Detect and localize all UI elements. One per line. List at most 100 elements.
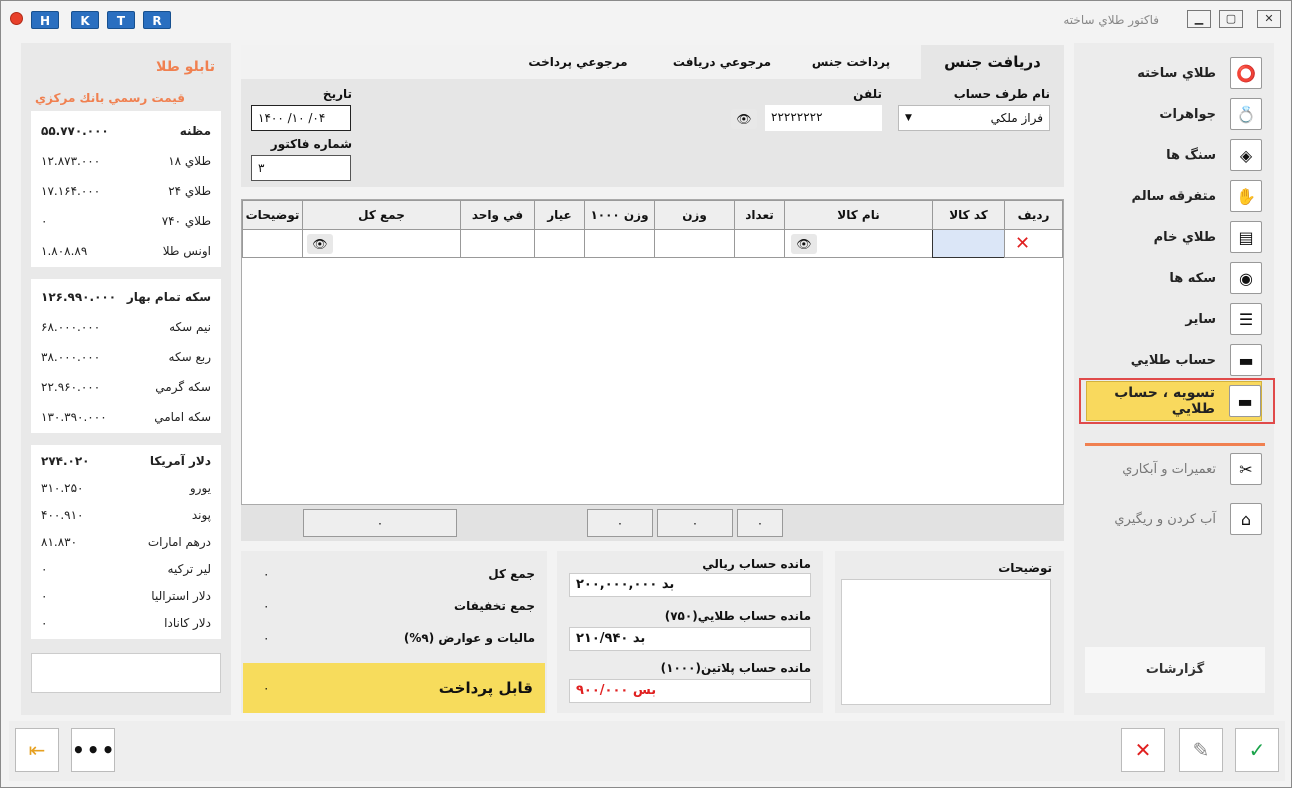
col-code[interactable]: كد كالا [932,200,1005,230]
board-row: يورو ۳۱۰.۲۵۰ [41,481,211,495]
col-total[interactable]: جمع كل [302,200,461,230]
board-row: دلار كانادا ۰ [41,616,211,630]
delete-icon[interactable]: ✕ [1015,233,1030,254]
app-window: H K T R فاكتور طلاي ساخته ▁ ▢ ✕ تابلو طل… [0,0,1292,788]
title-bar: H K T R فاكتور طلاي ساخته ▁ ▢ ✕ [1,1,1291,35]
col-weight-1000[interactable]: وزن ۱۰۰۰ [584,200,655,230]
tab-receive-goods[interactable]: دريافت جنس [921,45,1064,79]
sum-weight-1000: ۰ [587,509,653,537]
maximize-icon[interactable]: ▢ [1219,10,1243,28]
apple-icon [10,12,23,25]
notes-textarea[interactable] [841,579,1051,705]
col-unit-price[interactable]: في واحد [460,200,535,230]
date-input[interactable]: ۱۴۰۰ /۱۰ /۰۴ [251,105,351,131]
unit-price-cell[interactable] [460,229,535,258]
exit-icon[interactable]: ⇤ [15,728,59,772]
weight-cell[interactable] [654,229,735,258]
list-icon: ☰ [1230,303,1262,335]
col-weight[interactable]: وزن [654,200,735,230]
hand-icon: ✋ [1230,180,1262,212]
col-count[interactable]: تعداد [734,200,785,230]
payable-box: قابل پرداخت ۰ [243,663,545,713]
board-row: سكه امامي ۱۳۰.۳۹۰.۰۰۰ [41,410,211,424]
payable-value: ۰ [263,681,270,695]
melt-icon: ⌂ [1230,503,1262,535]
rail-item-crafted-gold[interactable]: ⭕ طلاي ساخته [1086,55,1262,91]
phone-input[interactable]: ۲۲۲۲۲۲۲۲ [765,105,882,131]
board-row: نيم سكه ۶۸.۰۰۰.۰۰۰ [41,320,211,334]
letter-button-r[interactable]: R [143,11,171,29]
count-cell[interactable] [734,229,785,258]
notes-cell[interactable] [242,229,303,258]
total-cell[interactable]: 👁 [302,229,461,258]
board-row: اونس طلا ۱.۸۰۸.۸۹ [41,244,211,258]
rail-item-coins[interactable]: ◉ سكه ها [1086,260,1262,296]
rial-balance-value: ۲۰۰,۰۰۰,۰۰۰ بد [569,573,811,597]
eye-icon[interactable]: 👁 [791,233,817,254]
invoice-form: نام طرف حساب ▼ فراز ملكي تلفن ۲۲۲۲۲۲۲۲ 👁… [241,79,1064,187]
platinum-balance-value: ۹۰۰/۰۰۰ بس [569,679,811,703]
name-cell[interactable]: 👁 [784,229,933,258]
tab-receive-return[interactable]: مرجوعي دريافت [667,45,777,79]
rail-item-raw-gold[interactable]: ▤ طلاي خام [1086,219,1262,255]
board-empty-card [31,653,221,693]
more-icon[interactable]: ••• [71,728,115,772]
rail-item-repairs[interactable]: ✂ تعميرات و آبكاري [1086,451,1262,487]
board-card-gold: مظنه ۵۵.۷۷۰.۰۰۰ طلاي ۱۸ ۱۲.۸۷۳.۰۰۰ طلاي ۲۴… [31,111,221,267]
board-card-coins: سكه تمام بهار ۱۲۶.۹۹۰.۰۰۰ نيم سكه ۶۸.۰۰۰.۰… [31,279,221,433]
col-karat[interactable]: عيار [534,200,585,230]
sum-row: ۰ ۰ ۰ ۰ [241,505,1064,541]
rail-item-jewelry[interactable]: 💍 جواهرات [1086,96,1262,132]
col-row[interactable]: رديف [1004,200,1063,230]
sum-count: ۰ [737,509,783,537]
rail-item-stones[interactable]: ◈ سنگ ها [1086,137,1262,173]
discount-row: جمع تخفيفات ۰ [263,599,535,613]
eye-icon[interactable]: 👁 [307,233,333,254]
eye-icon[interactable]: 👁 [731,109,757,129]
col-notes[interactable]: توضيحات [242,200,303,230]
rail-item-other[interactable]: ☰ ساير [1086,301,1262,337]
total-row: جمع كل ۰ [263,567,535,581]
board-subtitle: قيمت رسمي بانك مركزي [35,91,185,105]
board-row: لير تركيه ۰ [41,562,211,576]
board-card-currency: دلار آمريكا ۲۷۴.۰۲۰ يورو ۳۱۰.۲۵۰ پوند ۴۰۰.۹… [31,445,221,639]
sum-weight: ۰ [657,509,733,537]
tab-pay-goods[interactable]: پرداخت جنس [801,45,901,79]
letter-button-k[interactable]: K [71,11,99,29]
notes-panel: توضيحات [835,551,1064,713]
gold-board: تابلو طلا قيمت رسمي بانك مركزي مظنه ۵۵.۷۷… [21,43,231,715]
karat-cell[interactable] [534,229,585,258]
edit-icon[interactable]: ✎ [1179,728,1223,772]
balances-panel: مانده حساب ريالي ۲۰۰,۰۰۰,۰۰۰ بد مانده حس… [557,551,823,713]
tax-row: ماليات و عوارض (۹%) ۰ [263,631,535,645]
date-label: تاريخ [322,87,352,101]
platinum-balance-label: مانده حساب پلاتين(۱۰۰۰) [660,661,811,675]
code-cell[interactable] [932,229,1005,258]
rail-item-gold-account[interactable]: ▬ حساب طلايي [1086,342,1262,378]
board-row: مظنه ۵۵.۷۷۰.۰۰۰ [41,124,211,138]
confirm-icon[interactable]: ✓ [1235,728,1279,772]
cancel-icon[interactable]: ✕ [1121,728,1165,772]
minimize-icon[interactable]: ▁ [1187,10,1211,28]
wallet-icon: ▬ [1230,344,1262,376]
items-grid: رديف كد كالا نام كالا تعداد وزن وزن ۱۰۰۰… [241,199,1064,505]
invoice-number-input[interactable]: ۳ [251,155,351,181]
rail-item-misc[interactable]: ✋ متفرقه سالم [1086,178,1262,214]
jewel-icon: 💍 [1230,98,1262,130]
col-name[interactable]: نام كالا [784,200,933,230]
invoice-number-label: شماره فاكتور [270,137,352,151]
weight-1000-cell[interactable] [584,229,655,258]
reports-button[interactable]: گزارشات [1085,647,1265,693]
payable-label: قابل پرداخت [438,679,533,697]
gold-balance-label: مانده حساب طلايي(۷۵۰) [664,609,811,623]
letter-button-h[interactable]: H [31,11,59,29]
board-row: طلاي ۱۸ ۱۲.۸۷۳.۰۰۰ [41,154,211,168]
phone-label: تلفن [853,87,882,101]
account-select[interactable]: ▼ فراز ملكي [898,105,1050,131]
close-icon[interactable]: ✕ [1257,10,1281,28]
rail-item-melting[interactable]: ⌂ آب كردن و ريگيري [1086,501,1262,537]
tab-pay-return[interactable]: مرجوعي پرداخت [523,45,633,79]
ring-icon: ⭕ [1230,57,1262,89]
delete-row-cell[interactable]: ✕ [1004,229,1063,258]
letter-button-t[interactable]: T [107,11,135,29]
